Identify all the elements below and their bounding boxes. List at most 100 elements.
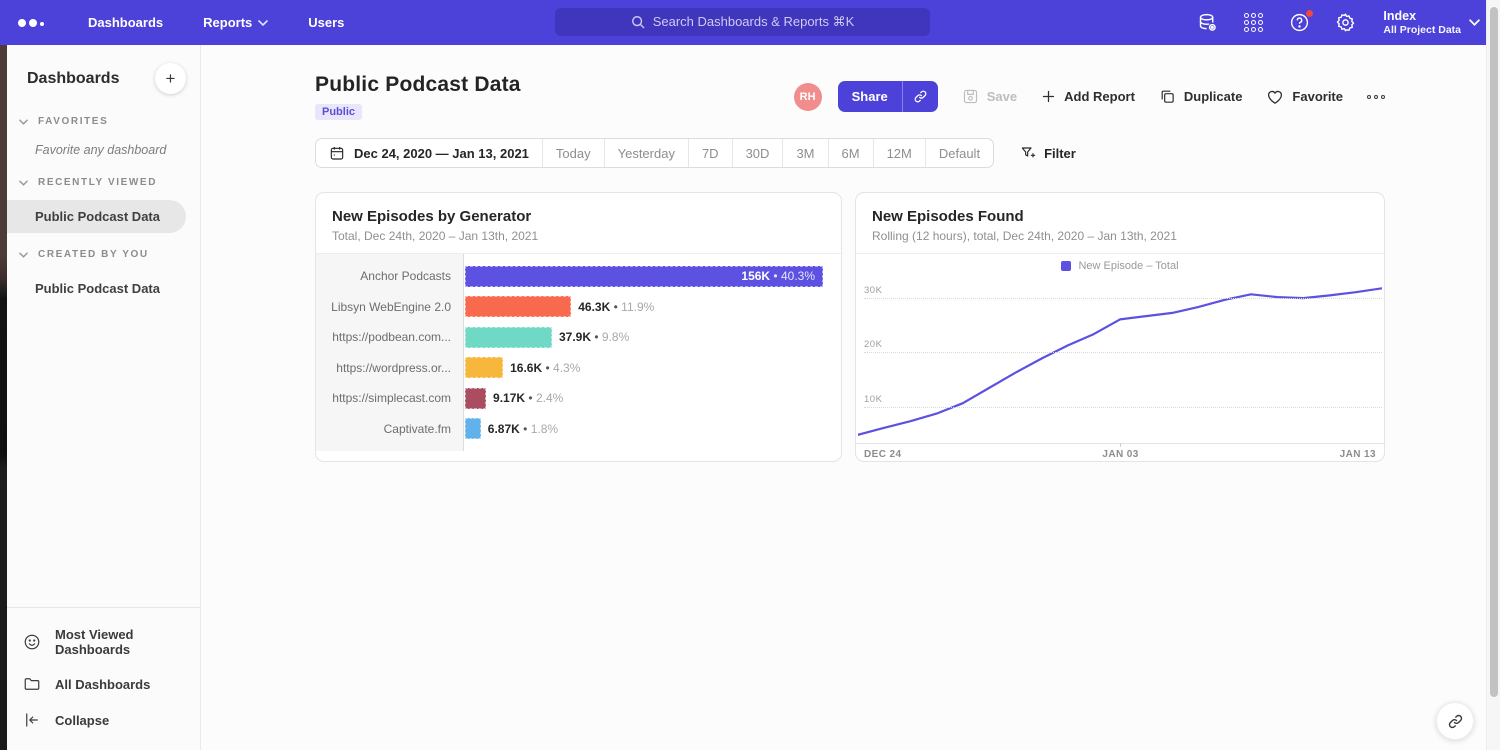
section-created-by-you[interactable]: CREATED BY YOU	[7, 249, 200, 260]
nav-reports[interactable]: Reports	[203, 15, 268, 30]
duplicate-icon	[1159, 88, 1176, 105]
line-chart: 10K 20K 30K	[858, 278, 1382, 443]
section-recently-viewed[interactable]: RECENTLY VIEWED	[7, 177, 200, 188]
nav-users[interactable]: Users	[308, 15, 344, 30]
preset-6m[interactable]: 6M	[828, 139, 873, 167]
y-tick-label: 10K	[864, 394, 882, 405]
preset-7d[interactable]: 7D	[688, 139, 732, 167]
avatar[interactable]: RH	[794, 83, 822, 111]
project-selector[interactable]: Index All Project Data	[1383, 9, 1480, 37]
main-content: Public Podcast Data Public RH Share Save…	[201, 45, 1486, 750]
scrollbar-thumb[interactable]	[1490, 7, 1498, 697]
legend-swatch	[1061, 261, 1071, 271]
most-viewed-dashboards-button[interactable]: Most Viewed Dashboards	[7, 618, 200, 666]
preset-today[interactable]: Today	[542, 139, 604, 167]
chevron-down-icon	[19, 252, 28, 258]
bar[interactable]: 46.3K 11.9%	[465, 296, 571, 317]
save-button[interactable]: Save	[962, 88, 1017, 105]
x-tick-label: JAN 13	[1340, 449, 1376, 460]
chart-legend[interactable]: New Episode – Total	[856, 254, 1384, 278]
card-new-episodes-by-generator: New Episodes by Generator Total, Dec 24t…	[315, 192, 842, 462]
line-series	[858, 288, 1382, 435]
filter-button[interactable]: Filter	[1020, 145, 1076, 161]
preset-12m[interactable]: 12M	[873, 139, 925, 167]
project-name: Index	[1383, 9, 1461, 25]
horizontal-bar-chart: Anchor Podcasts 156K 40.3% Libsyn WebEng…	[316, 254, 841, 462]
floating-link-button[interactable]	[1436, 702, 1474, 740]
gridline	[864, 407, 1382, 408]
data-management-icon[interactable]	[1195, 11, 1219, 35]
bar-row: https://podbean.com... 37.9K 9.8%	[316, 322, 841, 353]
bar[interactable]: 9.17K 2.4%	[465, 388, 486, 409]
legend-label: New Episode – Total	[1078, 260, 1178, 272]
all-dashboards-button[interactable]: All Dashboards	[7, 666, 200, 702]
settings-gear-icon[interactable]	[1333, 11, 1357, 35]
chevron-down-icon	[19, 180, 28, 186]
folder-icon	[23, 675, 41, 693]
y-tick-label: 30K	[864, 285, 882, 296]
sidebar-title: Dashboards	[27, 70, 119, 88]
calendar-icon	[329, 145, 345, 161]
favorites-empty-text: Favorite any dashboard	[7, 127, 200, 161]
save-icon	[962, 88, 979, 105]
search-input[interactable]: Search Dashboards & Reports ⌘K	[555, 8, 930, 36]
date-range-control: Dec 24, 2020 — Jan 13, 2021 Today Yester…	[315, 138, 994, 168]
heart-icon	[1266, 88, 1284, 106]
x-tick-label: JAN 03	[1102, 449, 1138, 460]
bar[interactable]: 16.6K 4.3%	[465, 357, 503, 378]
bar-row: https://wordpress.or... 16.6K 4.3%	[316, 353, 841, 384]
page-scrollbar	[1486, 0, 1500, 750]
top-navigation-bar: Dashboards Reports Users Search Dashboar…	[0, 0, 1500, 45]
more-options-button[interactable]	[1367, 95, 1385, 99]
chevron-down-icon	[258, 20, 268, 26]
search-placeholder: Search Dashboards & Reports ⌘K	[653, 14, 855, 30]
project-subtitle: All Project Data	[1383, 24, 1461, 36]
page-title: Public Podcast Data	[315, 73, 521, 97]
bar-row: https://simplecast.com 9.17K 2.4%	[316, 383, 841, 414]
share-link-segment[interactable]	[902, 81, 938, 112]
notification-badge	[1305, 9, 1314, 18]
apps-grid-icon[interactable]	[1241, 11, 1265, 35]
x-tick-label: DEC 24	[864, 449, 901, 460]
preset-3m[interactable]: 3M	[782, 139, 827, 167]
duplicate-button[interactable]: Duplicate	[1159, 88, 1243, 105]
gridline	[864, 298, 1382, 299]
add-dashboard-button[interactable]: +	[155, 63, 186, 94]
preset-30d[interactable]: 30D	[732, 139, 783, 167]
card-title: New Episodes Found	[872, 208, 1368, 225]
date-range-text: Dec 24, 2020 — Jan 13, 2021	[354, 146, 529, 161]
y-tick-label: 20K	[864, 339, 882, 350]
share-button[interactable]: Share	[838, 81, 938, 112]
x-axis: DEC 24 JAN 03 JAN 13	[856, 443, 1384, 462]
preset-yesterday[interactable]: Yesterday	[604, 139, 688, 167]
collapse-sidebar-button[interactable]: Collapse	[7, 702, 200, 738]
collapse-icon	[23, 711, 41, 729]
background-window-sliver	[0, 45, 7, 750]
bar-row: Anchor Podcasts 156K 40.3%	[316, 261, 841, 292]
preset-default[interactable]: Default	[925, 139, 993, 167]
nav-dashboards[interactable]: Dashboards	[88, 15, 163, 30]
sidebar-item-public-podcast-data[interactable]: Public Podcast Data	[7, 200, 186, 233]
bar-row: Libsyn WebEngine 2.0 46.3K 11.9%	[316, 292, 841, 323]
bar[interactable]: 6.87K 1.8%	[465, 418, 481, 439]
chevron-down-icon	[19, 119, 28, 125]
search-icon	[631, 15, 645, 29]
card-subtitle: Total, Dec 24th, 2020 – Jan 13th, 2021	[332, 229, 825, 243]
smiley-icon	[23, 633, 41, 651]
link-icon	[1447, 713, 1464, 730]
x-axis-tick	[1120, 443, 1121, 447]
bar[interactable]: 156K 40.3%	[465, 266, 823, 287]
chevron-down-icon	[1469, 19, 1480, 26]
section-favorites[interactable]: FAVORITES	[7, 116, 200, 127]
gridline	[864, 352, 1382, 353]
help-icon[interactable]	[1287, 11, 1311, 35]
add-report-button[interactable]: Add Report	[1041, 89, 1135, 104]
sidebar-item-public-podcast-data-created[interactable]: Public Podcast Data	[7, 272, 186, 305]
bar-row: Captivate.fm 6.87K 1.8%	[316, 414, 841, 445]
date-range-picker[interactable]: Dec 24, 2020 — Jan 13, 2021	[316, 139, 542, 167]
favorite-button[interactable]: Favorite	[1266, 88, 1343, 106]
card-title: New Episodes by Generator	[332, 208, 825, 225]
mixpanel-logo-icon[interactable]	[18, 19, 48, 27]
filter-funnel-icon	[1020, 145, 1036, 161]
bar[interactable]: 37.9K 9.8%	[465, 327, 552, 348]
